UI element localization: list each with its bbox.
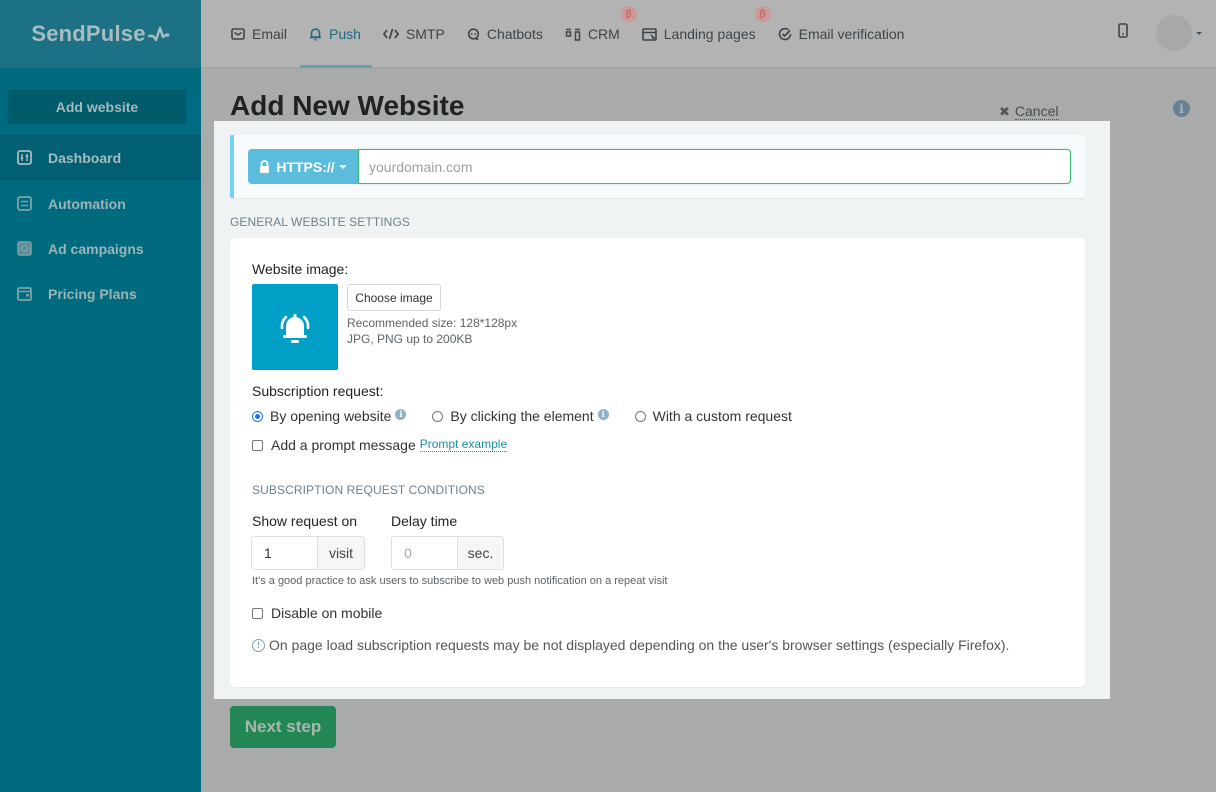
sidebar-item-dashboard[interactable]: Dashboard [0, 135, 201, 180]
user-avatar[interactable] [1156, 15, 1192, 51]
close-icon: ✖ [999, 103, 1010, 119]
radio-button[interactable] [634, 410, 646, 422]
nav-label: Push [329, 26, 361, 42]
prompt-message-checkbox-row[interactable]: Add a prompt message Prompt example [252, 437, 508, 453]
sidebar-item-label: Automation [48, 195, 126, 212]
page-title: Add New Website [230, 90, 465, 121]
nav-label: Landing pages [663, 26, 756, 42]
check-circle-icon [778, 27, 791, 41]
chevron-down-icon [338, 164, 347, 169]
radio-button[interactable] [432, 410, 444, 422]
nav-label: CRM [587, 26, 620, 42]
radio-by-clicking-element[interactable]: By clicking the element i [432, 408, 609, 424]
envelope-icon [231, 28, 245, 40]
website-form-panel: HTTPS:// GENERAL WEBSITE SETTINGS Websit… [214, 121, 1110, 699]
nav-label: Chatbots [486, 26, 543, 42]
nav-item-email-verification[interactable]: Email verification [767, 0, 916, 68]
sidebar-item-automation[interactable]: Automation [0, 181, 201, 226]
protocol-label: HTTPS:// [276, 158, 335, 175]
nav-label: Email verification [798, 26, 905, 42]
cancel-button[interactable]: ✖ Cancel [999, 103, 1059, 120]
subscription-request-label: Subscription request: [252, 383, 384, 399]
recommended-size-hint: Recommended size: 128*128px [347, 316, 518, 330]
nav-item-push[interactable]: Push [298, 0, 372, 68]
pulse-icon [147, 26, 169, 42]
conditions-heading: SUBSCRIPTION REQUEST CONDITIONS [252, 483, 485, 497]
sendpulse-logo[interactable]: SendPulse [31, 21, 169, 47]
seconds-unit-label: sec. [457, 536, 504, 570]
website-image-preview [252, 284, 338, 370]
choose-image-button[interactable]: Choose image [347, 284, 441, 311]
kanban-icon [565, 28, 581, 41]
disable-mobile-checkbox[interactable] [252, 607, 263, 619]
code-icon [382, 28, 399, 40]
protocol-dropdown[interactable]: HTTPS:// [248, 149, 358, 184]
radio-label: By opening website [270, 408, 392, 424]
file-format-hint: JPG, PNG up to 200KB [347, 332, 473, 346]
website-image-label: Website image: [252, 261, 349, 277]
subscription-request-options: By opening website i By clicking the ele… [252, 408, 818, 424]
automation-icon [17, 196, 32, 211]
nav-item-email[interactable]: Email [220, 0, 298, 68]
next-step-button[interactable]: Next step [230, 706, 336, 748]
note-text: On page load subscription requests may b… [269, 637, 1010, 653]
chevron-down-icon[interactable] [1196, 32, 1202, 35]
sidebar-item-label: Pricing Plans [48, 285, 137, 302]
visit-unit-label: visit [317, 536, 365, 570]
disable-mobile-label: Disable on mobile [271, 605, 383, 621]
sidebar-item-label: Ad campaigns [48, 240, 144, 257]
general-settings-heading: GENERAL WEBSITE SETTINGS [230, 215, 410, 229]
sliders-icon [17, 150, 32, 165]
show-request-input-group: visit [251, 536, 365, 570]
sidebar: Add website Dashboard Automation Ad camp… [0, 68, 201, 792]
sidebar-item-pricing-plans[interactable]: Pricing Plans [0, 271, 201, 316]
delay-time-label: Delay time [391, 513, 458, 529]
brand-name: SendPulse [31, 21, 146, 46]
logo-area[interactable]: SendPulse [0, 0, 201, 68]
radio-custom-request[interactable]: With a custom request [634, 408, 792, 424]
disable-mobile-checkbox-row[interactable]: Disable on mobile [252, 605, 382, 621]
sidebar-item-label: Dashboard [48, 149, 122, 166]
delay-time-input[interactable] [391, 536, 457, 570]
lock-icon [260, 159, 270, 173]
show-request-input[interactable] [251, 536, 317, 570]
radio-button[interactable] [252, 410, 263, 422]
ad-campaign-icon [17, 241, 32, 256]
bell-icon [310, 28, 322, 41]
info-icon[interactable]: i [395, 408, 407, 420]
main-nav: Email Push SMTP Chatbots CRM β Landing p… [220, 0, 915, 68]
radio-label: By clicking the element [450, 408, 594, 424]
info-icon[interactable]: i [1173, 100, 1190, 117]
wallet-icon [17, 286, 32, 301]
nav-item-smtp[interactable]: SMTP [372, 0, 456, 68]
cancel-label: Cancel [1014, 103, 1059, 120]
show-request-label: Show request on [252, 513, 358, 529]
nav-item-landing-pages[interactable]: Landing pages β [631, 0, 771, 68]
nav-label: Email [252, 26, 288, 42]
prompt-example-link[interactable]: Prompt example [419, 438, 508, 452]
add-website-button[interactable]: Add website [8, 89, 186, 124]
sidebar-item-ad-campaigns[interactable]: Ad campaigns [0, 226, 201, 271]
browser-settings-note: ! On page load subscription requests may… [252, 637, 1009, 653]
settings-card: Website image: Choose image Recommended … [230, 238, 1085, 687]
delay-time-input-group: sec. [391, 536, 504, 570]
info-icon[interactable]: i [597, 408, 609, 420]
nav-label: SMTP [405, 26, 445, 42]
exclamation-circle-icon: ! [252, 638, 265, 652]
landing-page-icon [641, 27, 657, 41]
chat-bubble-icon [467, 27, 479, 41]
prompt-message-checkbox[interactable] [252, 439, 263, 451]
nav-item-chatbots[interactable]: Chatbots [456, 0, 554, 68]
radio-label: With a custom request [652, 408, 792, 424]
url-card: HTTPS:// [230, 135, 1085, 198]
mobile-phone-icon[interactable] [1118, 23, 1128, 38]
practice-hint: It's a good practice to ask users to sub… [252, 575, 668, 587]
prompt-message-label: Add a prompt message [271, 437, 416, 453]
bell-icon [280, 314, 310, 343]
nav-item-crm[interactable]: CRM β [554, 0, 637, 68]
radio-by-opening-website[interactable]: By opening website i [252, 408, 407, 424]
domain-input[interactable] [358, 149, 1071, 184]
